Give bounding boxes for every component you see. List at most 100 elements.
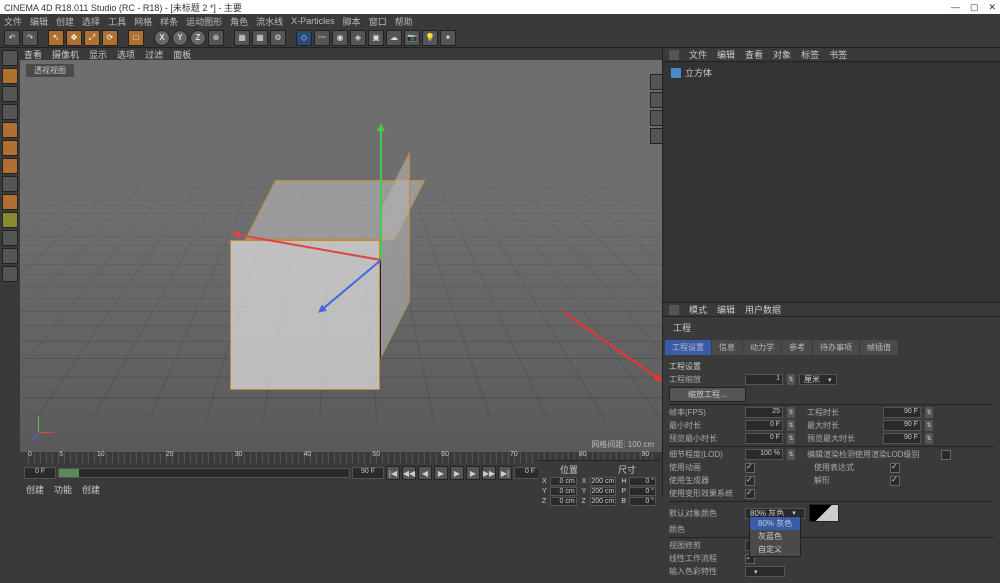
- play-back-button[interactable]: ▶: [434, 466, 448, 480]
- maximize-button[interactable]: ▢: [970, 2, 979, 13]
- proj-time-input[interactable]: 90 F: [883, 407, 921, 418]
- om-menu-item[interactable]: 书签: [829, 48, 847, 61]
- polygon-mode-button[interactable]: [2, 158, 18, 174]
- select-tool[interactable]: ↖: [48, 30, 64, 46]
- nurbs-button[interactable]: ◉: [332, 30, 348, 46]
- workplane-button[interactable]: [2, 230, 18, 246]
- playback-slider[interactable]: [58, 468, 350, 478]
- view-zoom-button[interactable]: [650, 92, 662, 108]
- preview-max-input[interactable]: 90 F: [883, 433, 921, 444]
- menu-item[interactable]: 窗口: [369, 15, 387, 28]
- min-time-input[interactable]: 0 F: [745, 420, 783, 431]
- gen-checkbox[interactable]: [745, 476, 755, 486]
- preview-min-input[interactable]: 0 F: [745, 433, 783, 444]
- scale-tool[interactable]: ⤢: [84, 30, 100, 46]
- planar-workplane-button[interactable]: [2, 266, 18, 282]
- edge-mode-button[interactable]: [2, 140, 18, 156]
- goto-start-button[interactable]: |◀: [386, 466, 400, 480]
- menu-item[interactable]: 脚本: [343, 15, 361, 28]
- view-menu-item[interactable]: 查看: [24, 48, 42, 61]
- attr-tab-info[interactable]: 信息: [712, 340, 742, 355]
- lock-y[interactable]: [172, 30, 188, 46]
- object-name[interactable]: 立方体: [685, 66, 712, 79]
- rotate-tool[interactable]: ⟳: [102, 30, 118, 46]
- workplane-mode-button[interactable]: [2, 104, 18, 120]
- frame-start-input[interactable]: 0 F: [24, 467, 56, 479]
- prev-key-button[interactable]: ◀◀: [402, 466, 416, 480]
- deformer-button[interactable]: ▣: [368, 30, 384, 46]
- menu-item[interactable]: 帮助: [395, 15, 413, 28]
- view-rotate-button[interactable]: [650, 110, 662, 126]
- expr-checkbox[interactable]: [890, 463, 900, 473]
- om-menu-item[interactable]: 文件: [689, 48, 707, 61]
- rot-b-input[interactable]: 0 °: [629, 497, 656, 506]
- point-mode-button[interactable]: [2, 122, 18, 138]
- view-toggle-button[interactable]: [650, 128, 662, 144]
- menu-item[interactable]: X-Particles: [291, 16, 335, 26]
- dropdown-item[interactable]: 自定义: [750, 543, 800, 556]
- attr-tab-todo[interactable]: 待办事项: [813, 340, 859, 355]
- menu-item[interactable]: 流水线: [256, 15, 283, 28]
- gizmo-y-axis[interactable]: [380, 125, 382, 260]
- spinner[interactable]: ⇅: [787, 374, 795, 385]
- om-menu-item[interactable]: 标签: [801, 48, 819, 61]
- lock-z[interactable]: [190, 30, 206, 46]
- render-view-button[interactable]: ▦: [234, 30, 250, 46]
- goto-end-button[interactable]: ▶|: [498, 466, 512, 480]
- menu-item[interactable]: 选择: [82, 15, 100, 28]
- render-settings-button[interactable]: ⚙: [270, 30, 286, 46]
- generator-button[interactable]: ◈: [350, 30, 366, 46]
- menu-item[interactable]: 角色: [230, 15, 248, 28]
- scale-input[interactable]: 1: [745, 374, 783, 385]
- attr-menu-item[interactable]: 编辑: [717, 303, 735, 316]
- pos-x-input[interactable]: 0 cm: [550, 477, 577, 486]
- next-key-button[interactable]: ▶▶: [482, 466, 496, 480]
- fps-input[interactable]: 25: [745, 407, 783, 418]
- dropdown-item[interactable]: 80% 灰色: [750, 517, 800, 530]
- spline-button[interactable]: 〰: [314, 30, 330, 46]
- dropdown-item[interactable]: 灰蓝色: [750, 530, 800, 543]
- attr-tab-dynamics[interactable]: 动力学: [743, 340, 781, 355]
- attr-tab-refs[interactable]: 参考: [782, 340, 812, 355]
- viewport-solo-button[interactable]: [2, 194, 18, 210]
- rot-p-input[interactable]: 0 °: [629, 487, 656, 496]
- 3d-viewport[interactable]: 透视视图 网格间距: 100 cm: [20, 60, 662, 452]
- view-menu-item[interactable]: 面板: [173, 48, 191, 61]
- motion-checkbox[interactable]: [745, 489, 755, 499]
- object-tree[interactable]: 立方体: [663, 62, 1000, 302]
- om-menu-item[interactable]: 查看: [745, 48, 763, 61]
- view-menu-item[interactable]: 选项: [117, 48, 135, 61]
- pos-z-input[interactable]: 0 cm: [550, 497, 577, 506]
- om-menu-item[interactable]: 对象: [773, 48, 791, 61]
- coord-sys-button[interactable]: ⊕: [208, 30, 224, 46]
- next-frame-button[interactable]: ▶: [466, 466, 480, 480]
- camera-button[interactable]: 📷: [404, 30, 420, 46]
- menu-item[interactable]: 工具: [108, 15, 126, 28]
- input-color-select[interactable]: [745, 566, 785, 577]
- undo-button[interactable]: ↶: [4, 30, 20, 46]
- lod-input[interactable]: 100 %: [745, 449, 783, 460]
- view-menu-item[interactable]: 摄像机: [52, 48, 79, 61]
- model-mode-button[interactable]: [2, 68, 18, 84]
- object-tree-item[interactable]: 立方体: [671, 66, 992, 79]
- color-preview[interactable]: [809, 504, 839, 522]
- render-region-button[interactable]: ▦: [252, 30, 268, 46]
- size-z-input[interactable]: 200 cm: [590, 497, 617, 506]
- om-menu-item[interactable]: 编辑: [717, 48, 735, 61]
- locked-workplane-button[interactable]: [2, 248, 18, 264]
- view-menu-item[interactable]: 过滤: [145, 48, 163, 61]
- menu-item[interactable]: 网格: [134, 15, 152, 28]
- snap-button[interactable]: [2, 212, 18, 228]
- deform-opt-checkbox[interactable]: [890, 476, 900, 486]
- make-editable-button[interactable]: [2, 50, 18, 66]
- rot-h-input[interactable]: 0 °: [629, 477, 656, 486]
- environment-button[interactable]: ☁: [386, 30, 402, 46]
- primitive-cube-button[interactable]: ◇: [296, 30, 312, 46]
- axis-button[interactable]: [2, 176, 18, 192]
- pos-y-input[interactable]: 0 cm: [550, 487, 577, 496]
- menu-item[interactable]: 创建: [56, 15, 74, 28]
- play-button[interactable]: ▶: [450, 466, 464, 480]
- light-button[interactable]: 💡: [422, 30, 438, 46]
- attr-menu-item[interactable]: 模式: [689, 303, 707, 316]
- lock-x[interactable]: [154, 30, 170, 46]
